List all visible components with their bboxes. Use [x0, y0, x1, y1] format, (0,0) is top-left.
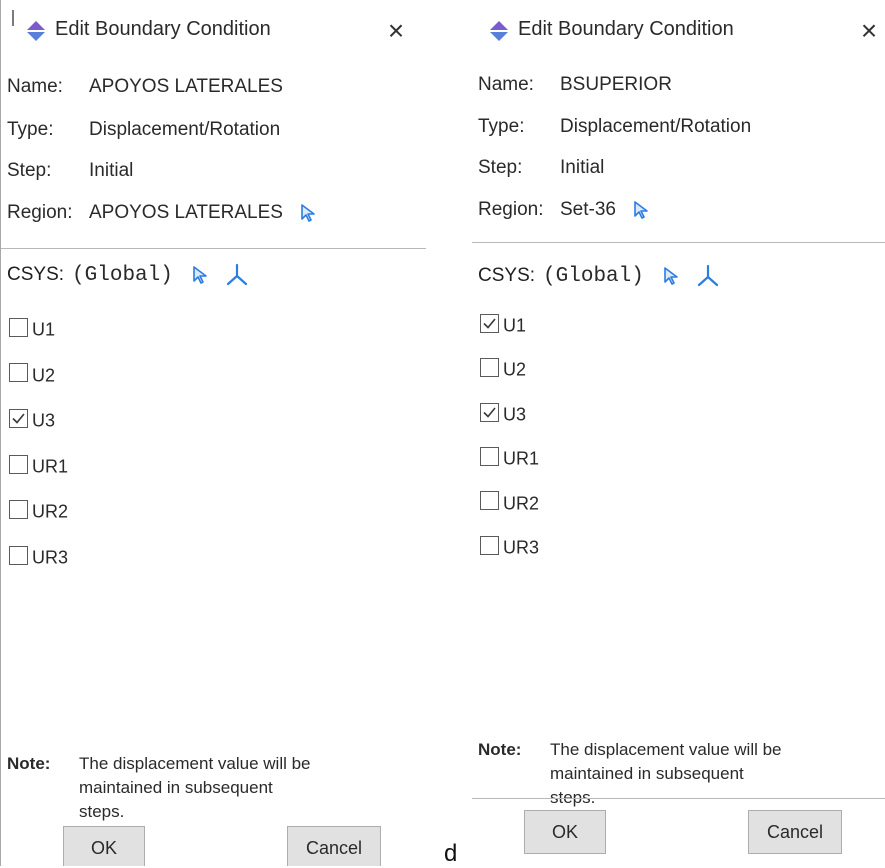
select-csys-arrow-icon[interactable] — [190, 264, 210, 286]
name-row: Name: APOYOS LATERALES — [7, 76, 283, 98]
dof-checkbox-ur3[interactable] — [9, 545, 28, 565]
type-row: Type: Displacement/Rotation — [7, 119, 280, 141]
dof-checkbox-ur1[interactable] — [9, 454, 28, 474]
name-label: Name: — [7, 76, 63, 97]
boundary-condition-icon — [490, 21, 508, 41]
region-row: Region: Set-36 — [478, 199, 651, 221]
region-value: APOYOS LATERALES — [89, 202, 283, 224]
csys-label: CSYS: — [7, 264, 65, 286]
dof-checkbox-u1[interactable] — [9, 317, 28, 337]
dof-row-u2[interactable]: U2 — [480, 356, 526, 380]
dof-row-u1[interactable]: U1 — [480, 312, 526, 336]
step-value: Initial — [560, 157, 605, 178]
dof-checkbox-u2[interactable] — [9, 363, 28, 383]
select-region-arrow-icon[interactable] — [631, 199, 651, 221]
separator — [472, 798, 885, 799]
dof-row-ur2[interactable]: UR2 — [9, 498, 68, 522]
type-value: Displacement/Rotation — [89, 119, 281, 140]
name-value: APOYOS LATERALES — [89, 76, 283, 97]
step-label: Step: — [7, 160, 52, 181]
region-value: Set-36 — [560, 199, 616, 221]
title-bar[interactable]: Edit Boundary Condition × — [472, 0, 885, 62]
dof-row-u3[interactable]: U3 — [480, 401, 526, 425]
edit-boundary-condition-dialog-left: Edit Boundary Condition × Name: APOYOS LA… — [0, 0, 426, 866]
note-label: Note: — [478, 740, 522, 759]
dof-checkbox-ur2[interactable] — [9, 500, 28, 520]
edit-boundary-condition-dialog-right: Edit Boundary Condition × Name: BSUPERIOR… — [472, 0, 885, 866]
step-value: Initial — [89, 160, 134, 181]
dialog-title: Edit Boundary Condition — [518, 18, 734, 40]
step-row: Step: Initial — [7, 160, 133, 182]
dof-label: UR1 — [32, 456, 69, 477]
csys-value: (Global) — [72, 264, 173, 288]
dof-checkbox-ur3[interactable] — [480, 535, 499, 555]
name-value: BSUPERIOR — [560, 74, 672, 95]
cancel-button[interactable]: Cancel — [748, 810, 842, 854]
dof-checkbox-u2[interactable] — [480, 358, 499, 378]
dialog-title: Edit Boundary Condition — [55, 18, 271, 40]
stray-letter: d — [444, 840, 458, 867]
dof-row-ur3[interactable]: UR3 — [9, 544, 68, 568]
dof-row-ur1[interactable]: UR1 — [9, 453, 68, 477]
dof-label: U2 — [503, 359, 527, 380]
dof-label: UR3 — [32, 547, 69, 568]
dof-checkbox-ur1[interactable] — [480, 446, 499, 466]
note-text: The displacement value will be maintaine… — [79, 754, 311, 821]
boundary-condition-icon — [27, 21, 45, 41]
dof-row-ur3[interactable]: UR3 — [480, 534, 539, 558]
title-bar[interactable]: Edit Boundary Condition × — [1, 0, 426, 62]
dof-label: U2 — [32, 364, 56, 385]
step-row: Step: Initial — [478, 157, 604, 179]
region-label: Region: — [7, 202, 73, 224]
create-csys-axes-icon[interactable] — [696, 264, 720, 288]
dof-row-ur2[interactable]: UR2 — [480, 490, 539, 514]
separator — [472, 242, 885, 243]
select-region-arrow-icon[interactable] — [298, 202, 318, 224]
separator — [1, 248, 426, 249]
close-icon[interactable]: × — [379, 14, 413, 48]
close-icon[interactable]: × — [852, 14, 885, 48]
note: Note: The displacement value will be main… — [7, 752, 319, 824]
csys-row: CSYS: (Global) — [7, 263, 259, 287]
type-row: Type: Displacement/Rotation — [478, 116, 751, 138]
csys-label: CSYS: — [478, 265, 536, 287]
type-label: Type: — [7, 119, 54, 140]
select-csys-arrow-icon[interactable] — [661, 265, 681, 287]
note: Note: The displacement value will be main… — [478, 738, 790, 810]
dof-row-u1[interactable]: U1 — [9, 316, 55, 340]
dof-label: U1 — [503, 315, 527, 336]
note-text: The displacement value will be maintaine… — [550, 740, 782, 807]
name-label: Name: — [478, 74, 534, 95]
ok-button[interactable]: OK — [63, 826, 145, 866]
dof-label: UR1 — [503, 448, 540, 469]
create-csys-axes-icon[interactable] — [225, 263, 249, 287]
step-label: Step: — [478, 157, 523, 178]
region-label: Region: — [478, 199, 544, 221]
csys-value: (Global) — [543, 265, 644, 289]
csys-row: CSYS: (Global) — [478, 264, 730, 288]
dof-row-u2[interactable]: U2 — [9, 362, 55, 386]
dof-checkbox-u1[interactable] — [480, 313, 499, 333]
dof-label: UR2 — [32, 501, 69, 522]
dof-label: U3 — [32, 410, 56, 431]
region-row: Region: APOYOS LATERALES — [7, 202, 318, 224]
ok-button[interactable]: OK — [524, 810, 606, 854]
dof-checkbox-ur2[interactable] — [480, 491, 499, 511]
note-label: Note: — [7, 754, 51, 773]
dof-checkbox-u3[interactable] — [9, 408, 28, 428]
dof-label: UR3 — [503, 537, 540, 558]
dof-label: U1 — [32, 319, 56, 340]
dof-label: U3 — [503, 404, 527, 425]
type-value: Displacement/Rotation — [560, 116, 752, 137]
dof-checkbox-u3[interactable] — [480, 402, 499, 422]
dof-label: UR2 — [503, 492, 540, 513]
name-row: Name: BSUPERIOR — [478, 74, 672, 96]
dof-row-u3[interactable]: U3 — [9, 407, 55, 431]
dof-row-ur1[interactable]: UR1 — [480, 445, 539, 469]
type-label: Type: — [478, 116, 525, 137]
cancel-button[interactable]: Cancel — [287, 826, 381, 866]
